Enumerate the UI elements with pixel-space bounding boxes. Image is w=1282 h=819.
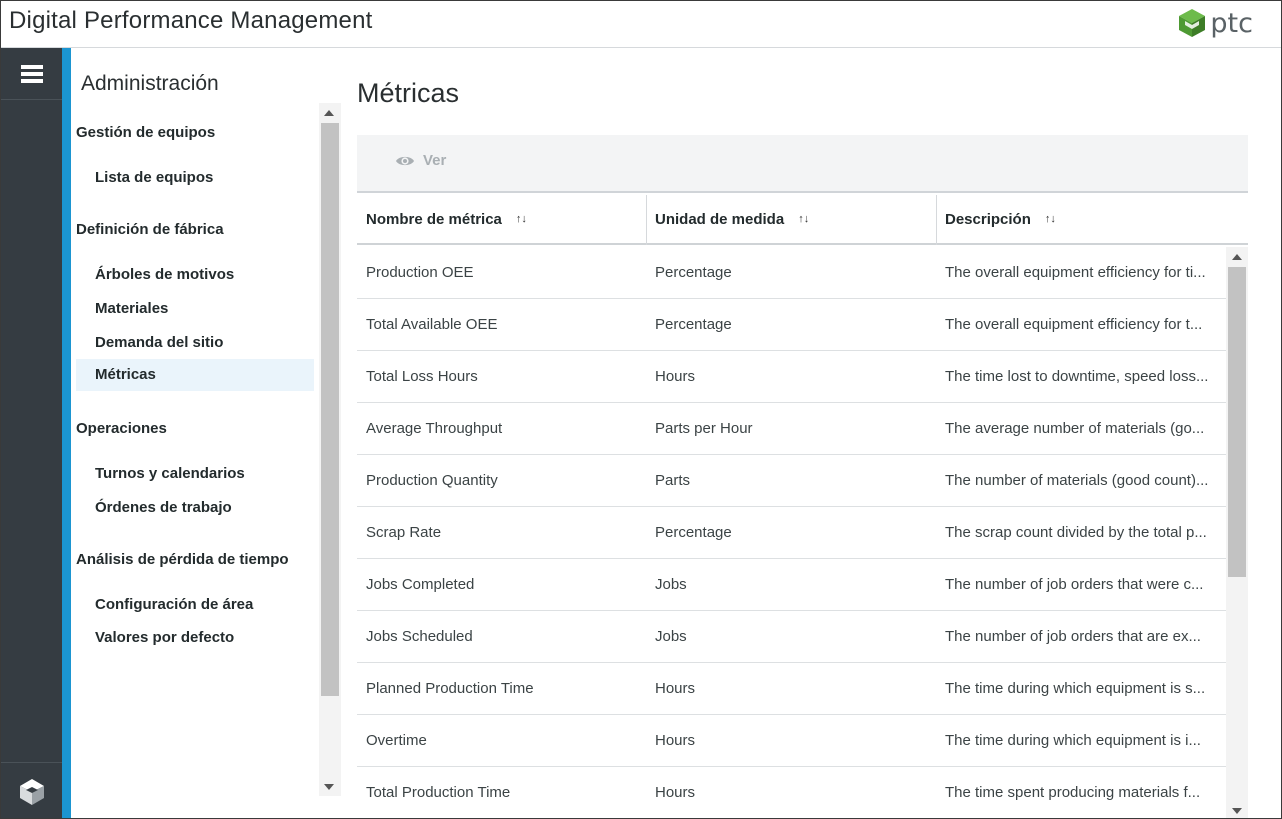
nav-item-work-orders[interactable]: Órdenes de trabajo [76, 492, 314, 524]
app-window: Digital Performance Management ptc Admin… [0, 0, 1282, 819]
logo-text: ptc [1210, 7, 1253, 39]
nav-section-factory-definition: Definición de fábrica [76, 221, 224, 238]
scroll-up-arrow-icon[interactable] [1232, 254, 1242, 260]
nav-item-default-values[interactable]: Valores por defecto [76, 622, 314, 654]
cell-description: The time spent producing materials f... [945, 784, 1201, 801]
scroll-up-arrow-icon[interactable] [324, 110, 334, 116]
cell-description: The overall equipment efficiency for t..… [945, 316, 1203, 333]
table-row[interactable]: Average Throughput Parts per Hour The av… [357, 403, 1226, 455]
app-title: Digital Performance Management [9, 7, 373, 34]
toolbar: Ver [357, 135, 1248, 193]
admin-scrollbar[interactable] [319, 103, 341, 796]
sort-arrows-icon[interactable]: ↑↓ [1045, 194, 1056, 244]
nav-item-site-demand[interactable]: Demanda del sitio [76, 327, 314, 359]
table-row[interactable]: Production Quantity Parts The number of … [357, 455, 1226, 507]
cell-description: The number of materials (good count)... [945, 472, 1209, 489]
cell-unit: Parts [655, 472, 691, 489]
nav-section-operations: Operaciones [76, 420, 167, 437]
cell-metric-name: Scrap Rate [366, 524, 442, 541]
column-header-label: Descripción [945, 211, 1031, 228]
scroll-down-arrow-icon[interactable] [1232, 808, 1242, 814]
cell-description: The scrap count divided by the total p..… [945, 524, 1207, 541]
cell-metric-name: Production OEE [366, 264, 474, 281]
cell-description: The overall equipment efficiency for ti.… [945, 264, 1206, 281]
column-header-description[interactable]: Descripción ↑↓ [936, 195, 1226, 245]
table-row[interactable]: Total Loss Hours Hours The time lost to … [357, 351, 1226, 403]
cell-unit: Parts per Hour [655, 420, 753, 437]
cell-unit: Hours [655, 680, 696, 697]
cell-metric-name: Planned Production Time [366, 680, 534, 697]
admin-panel: Administración Gestión de equipos Lista … [71, 48, 341, 818]
table-row[interactable]: Production OEE Percentage The overall eq… [357, 247, 1226, 299]
sort-arrows-icon[interactable]: ↑↓ [798, 194, 809, 244]
nav-item-equipment-list[interactable]: Lista de equipos [76, 162, 314, 194]
view-button[interactable]: Ver [395, 152, 446, 169]
column-header-label: Nombre de métrica [366, 211, 502, 228]
cell-metric-name: Total Available OEE [366, 316, 498, 333]
scrollbar-thumb[interactable] [1228, 267, 1246, 577]
cell-unit: Hours [655, 732, 696, 749]
metrics-table: Nombre de métrica ↑↓ Unidad de medida ↑↓ D… [357, 195, 1248, 818]
cell-unit: Percentage [655, 524, 732, 541]
sort-arrows-icon[interactable]: ↑↓ [516, 194, 527, 244]
nav-section-equipment: Gestión de equipos [76, 124, 216, 141]
nav-item-metrics[interactable]: Métricas [76, 359, 314, 391]
table-header: Nombre de métrica ↑↓ Unidad de medida ↑↓ D… [357, 195, 1248, 245]
cell-unit: Hours [655, 368, 696, 385]
cell-metric-name: Total Production Time [366, 784, 511, 801]
table-row[interactable]: Total Available OEE Percentage The overa… [357, 299, 1226, 351]
table-row[interactable]: Planned Production Time Hours The time d… [357, 663, 1226, 715]
ptc-logo: ptc [1178, 7, 1253, 39]
page-title: Métricas [357, 78, 460, 108]
table-row[interactable]: Overtime Hours The time during which equ… [357, 715, 1226, 767]
cell-description: The number of job orders that were c... [945, 576, 1204, 593]
accent-bar [62, 48, 71, 818]
cell-description: The time lost to downtime, speed loss... [945, 368, 1209, 385]
nav-item-materials[interactable]: Materiales [76, 293, 314, 325]
cell-metric-name: Total Loss Hours [366, 368, 478, 385]
column-header-metric-name[interactable]: Nombre de métrica ↑↓ [357, 195, 646, 245]
view-button-label: Ver [423, 152, 447, 169]
table-row[interactable]: Scrap Rate Percentage The scrap count di… [357, 507, 1226, 559]
cell-unit: Percentage [655, 264, 732, 281]
app-header: Digital Performance Management ptc [1, 1, 1281, 48]
cell-description: The time during which equipment is i... [945, 732, 1201, 749]
cell-unit: Percentage [655, 316, 732, 333]
admin-title: Administración [81, 72, 219, 95]
cell-description: The number of job orders that are ex... [945, 628, 1201, 645]
nav-item-shifts-calendars[interactable]: Turnos y calendarios [76, 458, 314, 490]
thingworx-cube-icon [19, 778, 44, 805]
table-row[interactable]: Total Production Time Hours The time spe… [357, 767, 1226, 818]
cell-unit: Jobs [655, 576, 687, 593]
left-rail [1, 48, 62, 818]
cell-unit: Jobs [655, 628, 687, 645]
table-row[interactable]: Jobs Completed Jobs The number of job or… [357, 559, 1226, 611]
ptc-logo-icon [1179, 9, 1206, 37]
cell-unit: Hours [655, 784, 696, 801]
cell-metric-name: Jobs Scheduled [366, 628, 473, 645]
eye-icon [396, 156, 414, 165]
nav-item-area-configuration[interactable]: Configuración de área [76, 589, 314, 621]
cell-metric-name: Jobs Completed [366, 576, 475, 593]
cell-description: The average number of materials (go... [945, 420, 1205, 437]
scroll-down-arrow-icon[interactable] [324, 784, 334, 790]
scrollbar-thumb[interactable] [321, 123, 339, 696]
menu-button[interactable] [1, 48, 62, 100]
column-header-label: Unidad de medida [655, 211, 785, 228]
nav-item-reason-trees[interactable]: Árboles de motivos [76, 259, 314, 291]
hamburger-menu-icon [20, 64, 43, 83]
main-content: Métricas Ver Nombre de métrica ↑↓ Unidad … [341, 48, 1281, 818]
table-row[interactable]: Jobs Scheduled Jobs The number of job or… [357, 611, 1226, 663]
rail-bottom-button[interactable] [1, 762, 62, 818]
nav-section-time-loss-analysis: Análisis de pérdida de tiempo [76, 551, 289, 568]
cell-metric-name: Production Quantity [366, 472, 498, 489]
cell-description: The time during which equipment is s... [945, 680, 1206, 697]
table-body: Production OEE Percentage The overall eq… [357, 247, 1248, 818]
cell-metric-name: Overtime [366, 732, 427, 749]
table-scrollbar[interactable] [1226, 247, 1248, 818]
cell-metric-name: Average Throughput [366, 420, 503, 437]
column-header-unit[interactable]: Unidad de medida ↑↓ [646, 195, 936, 245]
